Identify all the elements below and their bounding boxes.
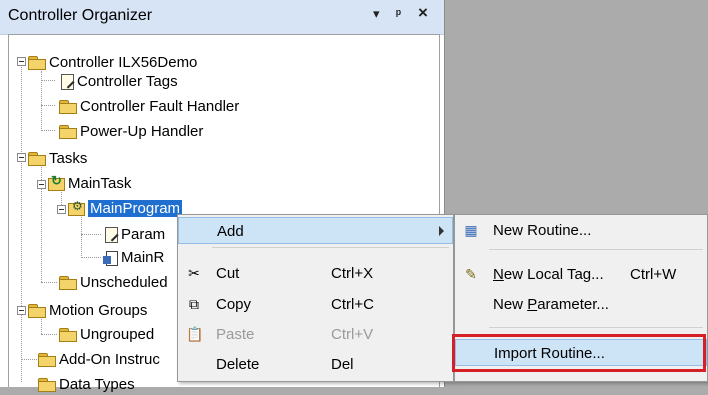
folder-icon (28, 55, 46, 70)
collapse-controller-toggle[interactable] (17, 57, 26, 66)
collapse-mainprogram-toggle[interactable] (57, 205, 66, 214)
tree-item-label: Add-On Instruc (59, 350, 160, 368)
folder-icon (59, 327, 77, 342)
folder-icon (59, 99, 77, 114)
folder-icon (38, 352, 56, 367)
menu-item-label: Delete (216, 356, 260, 373)
collapse-motion-groups-toggle[interactable] (17, 306, 26, 315)
tree-item-label: MainTask (68, 174, 132, 192)
folder-icon (28, 151, 46, 166)
scissors-icon: ✂ (188, 265, 200, 281)
menu-item-label: Add (217, 223, 244, 240)
menu-item-delete[interactable]: Delete Del (178, 351, 453, 378)
menu-item-label: New Routine... (493, 222, 592, 239)
new-routine-icon: ▦ (464, 222, 478, 238)
tree-item-label-selected: MainProgram (88, 199, 183, 217)
shortcut-label: Ctrl+X (331, 265, 374, 282)
folder-icon (28, 303, 46, 318)
tree-item-label: Unscheduled (80, 273, 168, 291)
tree-item-label: Data Types (59, 375, 135, 393)
collapse-maintask-toggle[interactable] (37, 180, 46, 189)
menu-item-copy[interactable]: ⧉ Copy Ctrl+C (178, 291, 453, 318)
tree-item-label: Param (121, 225, 166, 243)
menu-item-label: Cut (216, 265, 240, 282)
tree-item-controller-tags[interactable]: Controller Tags (59, 70, 178, 92)
tree-item-parameters[interactable]: Param (103, 223, 165, 245)
menu-item-label: Copy (216, 296, 252, 313)
menu-item-new-parameter[interactable]: New Parameter... (455, 291, 707, 318)
tree-item-label: Power-Up Handler (80, 122, 204, 140)
tree-item-label: MainR (121, 248, 165, 266)
copy-icon: ⧉ (189, 296, 199, 312)
menu-item-paste[interactable]: 📋 Paste Ctrl+V (178, 321, 453, 348)
tree-item-ungrouped[interactable]: Ungrouped (59, 323, 154, 345)
tree-item-label: Ungrouped (80, 325, 155, 343)
folder-icon (59, 275, 77, 290)
parameters-icon (103, 226, 118, 243)
paste-icon: 📋 (186, 326, 204, 342)
tree-item-label: Controller ILX56Demo (49, 53, 198, 71)
shortcut-label: Ctrl+W (630, 266, 677, 283)
tree-item-label: Motion Groups (49, 301, 148, 319)
tree-item-tasks[interactable]: Tasks (28, 147, 87, 169)
tree-item-fault-handler[interactable]: Controller Fault Handler (59, 95, 239, 117)
tree-item-powerup-handler[interactable]: Power-Up Handler (59, 120, 203, 142)
close-icon[interactable]: × (418, 3, 428, 23)
tree-item-label: Tasks (49, 149, 88, 167)
tree-item-unscheduled[interactable]: Unscheduled (59, 271, 168, 293)
shortcut-label: Ctrl+V (331, 326, 374, 343)
collapse-tasks-toggle[interactable] (17, 153, 26, 162)
context-menu: Add ✂ Cut Ctrl+X ⧉ Copy Ctrl+C 📋 Paste C… (177, 214, 454, 382)
menu-item-new-routine[interactable]: ▦ New Routine... (455, 217, 707, 244)
panel-header: Controller Organizer ▾ ᵖ × (0, 0, 444, 35)
folder-icon (59, 124, 77, 139)
tag-icon: ✎ (465, 266, 477, 282)
tags-icon (59, 73, 74, 90)
panel-dropdown-icon[interactable]: ▾ (373, 6, 380, 22)
menu-item-new-local-tag[interactable]: ✎ New Local Tag... Ctrl+W (455, 261, 707, 288)
program-icon (68, 199, 85, 216)
tree-item-label: Controller Fault Handler (80, 97, 240, 115)
tree-item-data-types[interactable]: Data Types (38, 373, 135, 395)
submenu-arrow-icon (439, 226, 444, 236)
shortcut-label: Del (331, 356, 354, 373)
highlight-callout (452, 334, 706, 372)
shortcut-label: Ctrl+C (331, 296, 374, 313)
ladder-routine-icon (103, 250, 118, 266)
tree-item-label: Controller Tags (77, 72, 178, 90)
folder-icon (38, 377, 56, 392)
menu-item-label: New Parameter... (493, 296, 609, 313)
menu-item-add[interactable]: Add (178, 217, 453, 244)
task-icon (48, 173, 65, 191)
tree-item-addon[interactable]: Add-On Instruc (38, 348, 160, 370)
menu-item-label: Paste (216, 326, 255, 343)
tree-item-mainprogram[interactable]: MainProgram (68, 197, 183, 219)
tree-item-motion-groups[interactable]: Motion Groups (28, 299, 147, 321)
menu-item-label: New Local Tag... (493, 266, 604, 283)
tree-item-mainroutine[interactable]: MainR (103, 246, 164, 268)
tree-item-maintask[interactable]: MainTask (48, 172, 131, 194)
menu-item-cut[interactable]: ✂ Cut Ctrl+X (178, 260, 453, 287)
pin-icon[interactable]: ᵖ (396, 6, 401, 21)
panel-title: Controller Organizer (8, 7, 153, 24)
